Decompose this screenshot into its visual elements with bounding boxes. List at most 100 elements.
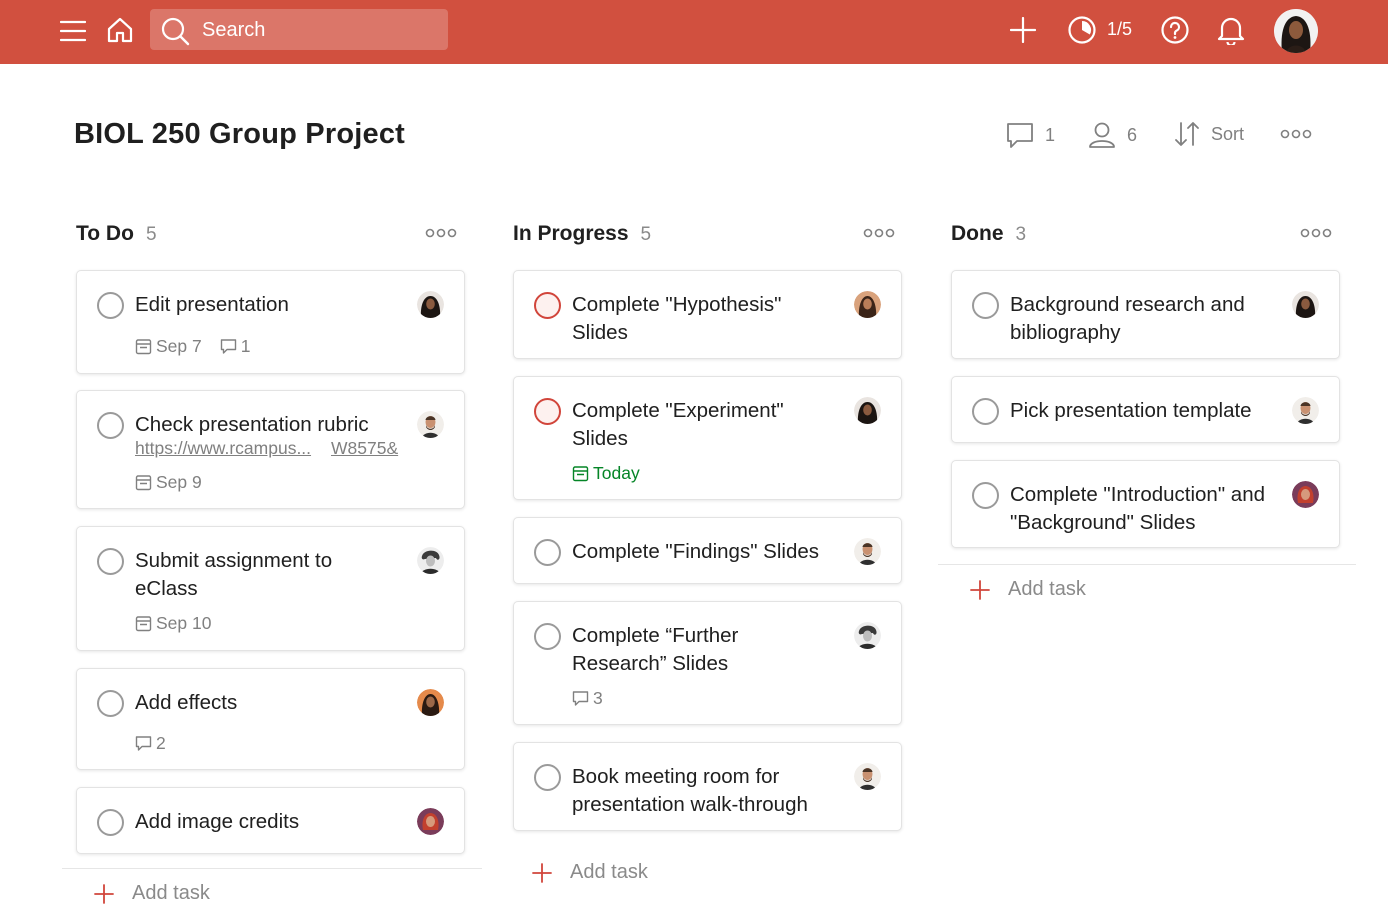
- help-icon[interactable]: [1159, 14, 1191, 46]
- project-more-button[interactable]: [1280, 128, 1312, 140]
- task-card[interactable]: Complete "Experiment" Slides Today: [513, 376, 902, 500]
- assignee-avatar[interactable]: [417, 547, 444, 574]
- complete-checkbox[interactable]: [97, 690, 124, 717]
- complete-checkbox[interactable]: [534, 764, 561, 791]
- add-task-label: Add task: [1008, 578, 1086, 600]
- task-title-line: Complete "Experiment": [572, 399, 784, 422]
- column-header-todo: To Do 5: [76, 222, 157, 246]
- plus-icon[interactable]: [1008, 15, 1038, 45]
- complete-checkbox[interactable]: [534, 539, 561, 566]
- task-title-line: Submit assignment to: [135, 549, 333, 572]
- task-title-line: presentation walk-through: [572, 793, 808, 816]
- add-task-button[interactable]: Add task: [94, 882, 210, 905]
- complete-checkbox[interactable]: [97, 809, 124, 836]
- comment-icon: [1007, 123, 1033, 148]
- search-input[interactable]: Search: [150, 9, 448, 50]
- calendar-icon: [135, 339, 152, 355]
- task-card[interactable]: Complete "Hypothesis" Slides: [513, 270, 902, 359]
- assignee-avatar[interactable]: [854, 622, 881, 649]
- calendar-icon: [135, 475, 152, 491]
- complete-checkbox[interactable]: [97, 292, 124, 319]
- task-title-line: Complete "Hypothesis": [572, 293, 782, 316]
- complete-checkbox[interactable]: [97, 412, 124, 439]
- assignee-avatar[interactable]: [854, 538, 881, 565]
- complete-checkbox[interactable]: [534, 623, 561, 650]
- task-card[interactable]: Background research and bibliography: [951, 270, 1340, 359]
- column-header-in-progress: In Progress 5: [513, 222, 651, 246]
- task-meta: Sep 10: [135, 613, 211, 634]
- task-title: Complete "Experiment" Slides: [572, 397, 784, 453]
- column-divider: [938, 564, 1356, 565]
- task-card[interactable]: Edit presentation Sep 7 1: [76, 270, 465, 374]
- column-more-button[interactable]: [425, 226, 457, 244]
- task-card[interactable]: Complete "Introduction" and "Background"…: [951, 460, 1340, 548]
- bell-icon[interactable]: [1215, 14, 1247, 46]
- add-task-button[interactable]: Add task: [970, 578, 1086, 601]
- task-title: Check presentation rubric: [135, 413, 369, 436]
- complete-checkbox[interactable]: [972, 292, 999, 319]
- complete-checkbox[interactable]: [534, 292, 561, 319]
- task-meta: 2: [135, 733, 166, 754]
- task-title: Complete “Further Research” Slides: [572, 622, 738, 678]
- comments-button[interactable]: 1: [1005, 120, 1055, 150]
- add-task-button[interactable]: Add task: [532, 861, 648, 884]
- task-title: Add image credits: [135, 810, 300, 833]
- calendar-icon: [572, 466, 589, 482]
- search-placeholder: Search: [202, 19, 266, 41]
- task-card[interactable]: Book meeting room for presentation walk-…: [513, 742, 902, 831]
- due-date: Sep 7: [156, 336, 202, 356]
- assignee-avatar[interactable]: [417, 689, 444, 716]
- column-divider: [62, 868, 482, 869]
- karma-progress[interactable]: 1/5: [1107, 19, 1132, 40]
- due-date: Today: [593, 463, 640, 483]
- task-title: Complete "Introduction" and "Background"…: [1010, 481, 1265, 537]
- add-task-label: Add task: [570, 861, 648, 883]
- due-date: Sep 9: [156, 472, 202, 492]
- profile-avatar[interactable]: [1274, 9, 1318, 53]
- task-card[interactable]: Complete "Findings" Slides: [513, 517, 902, 584]
- task-card[interactable]: Add image credits: [76, 787, 465, 854]
- column-header-done: Done 3: [951, 222, 1026, 246]
- sort-label: Sort: [1211, 123, 1245, 144]
- sort-icon: [1175, 122, 1199, 146]
- comment-count: 1: [240, 336, 251, 356]
- sort-button[interactable]: Sort: [1173, 120, 1244, 148]
- comment-icon: [135, 736, 152, 751]
- complete-checkbox[interactable]: [534, 398, 561, 425]
- complete-checkbox[interactable]: [972, 482, 999, 509]
- task-card[interactable]: Submit assignment to eClass Sep 10: [76, 526, 465, 651]
- complete-checkbox[interactable]: [97, 548, 124, 575]
- assignee-avatar[interactable]: [417, 291, 444, 318]
- members-button[interactable]: 6: [1087, 120, 1137, 150]
- members-count: 6: [1127, 124, 1138, 145]
- assignee-avatar[interactable]: [417, 411, 444, 438]
- assignee-avatar[interactable]: [854, 397, 881, 424]
- menu-icon[interactable]: [58, 16, 88, 46]
- assignee-avatar[interactable]: [1292, 291, 1319, 318]
- plus-icon: [970, 579, 990, 600]
- assignee-avatar[interactable]: [1292, 481, 1319, 508]
- complete-checkbox[interactable]: [972, 398, 999, 425]
- column-more-button[interactable]: [1300, 226, 1332, 244]
- home-icon[interactable]: [104, 14, 136, 46]
- column-count: 5: [145, 224, 157, 245]
- task-link[interactable]: W8575&: [331, 438, 398, 459]
- productivity-icon[interactable]: [1066, 14, 1098, 46]
- comment-count: 3: [593, 688, 603, 708]
- task-link[interactable]: https://www.rcampus...: [135, 438, 311, 459]
- task-card[interactable]: Add effects 2: [76, 668, 465, 770]
- task-card[interactable]: Pick presentation template: [951, 376, 1340, 443]
- task-card[interactable]: Complete “Further Research” Slides 3: [513, 601, 902, 725]
- calendar-icon: [135, 616, 152, 632]
- task-title: Complete "Hypothesis" Slides: [572, 291, 781, 347]
- task-meta: Sep 9: [135, 472, 202, 493]
- column-more-button[interactable]: [863, 226, 895, 244]
- assignee-avatar[interactable]: [1292, 397, 1319, 424]
- comment-icon: [220, 339, 236, 354]
- column-title: To Do: [76, 222, 134, 245]
- task-title-line: Research” Slides: [572, 652, 729, 675]
- task-card[interactable]: Check presentation rubric https://www.rc…: [76, 390, 465, 509]
- assignee-avatar[interactable]: [854, 763, 881, 790]
- assignee-avatar[interactable]: [854, 291, 881, 318]
- assignee-avatar[interactable]: [417, 808, 444, 835]
